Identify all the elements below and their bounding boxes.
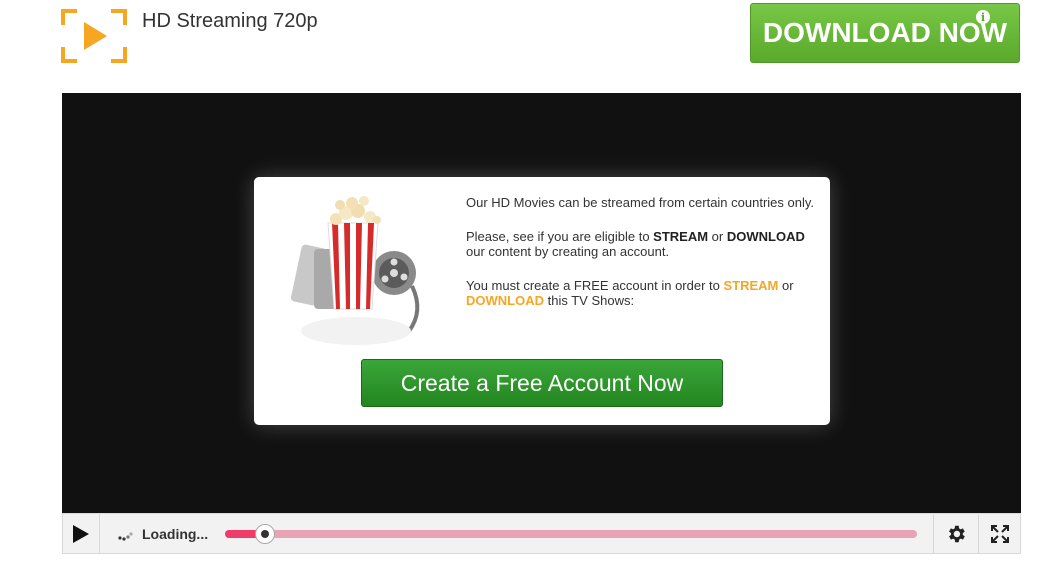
fullscreen-icon: [991, 524, 1009, 543]
progress-bar[interactable]: [225, 524, 917, 544]
gear-icon: [949, 525, 965, 542]
create-free-account-button[interactable]: Create a Free Account Now: [361, 359, 723, 407]
popcorn-film-illustration: [290, 196, 420, 345]
settings-button[interactable]: [933, 514, 978, 553]
message-paragraph-3: You must create a FREE account in order …: [466, 278, 794, 308]
progress-scrubber-handle[interactable]: [255, 524, 276, 544]
video-player[interactable]: Our HD Movies can be streamed from certa…: [62, 93, 1021, 513]
fullscreen-button[interactable]: [978, 514, 1021, 553]
loading-spinner-icon: [118, 532, 133, 541]
modal-message: Our HD Movies can be streamed from certa…: [466, 195, 818, 327]
loading-status: Loading...: [142, 526, 209, 542]
message-paragraph-2: Please, see if you are eligible to STREA…: [466, 229, 805, 259]
site-title: HD Streaming 720p: [142, 10, 318, 32]
info-icon[interactable]: i: [976, 10, 990, 24]
site-logo-play-icon: [61, 9, 127, 63]
play-icon: [73, 524, 89, 543]
message-paragraph-1: Our HD Movies can be streamed from certa…: [466, 195, 815, 210]
download-now-button[interactable]: DOWNLOAD NOW i: [750, 3, 1020, 63]
download-now-label: DOWNLOAD NOW: [762, 17, 1008, 48]
player-control-bar: Loading...: [62, 513, 1021, 554]
account-modal: Our HD Movies can be streamed from certa…: [254, 177, 830, 425]
play-button[interactable]: [63, 514, 100, 553]
